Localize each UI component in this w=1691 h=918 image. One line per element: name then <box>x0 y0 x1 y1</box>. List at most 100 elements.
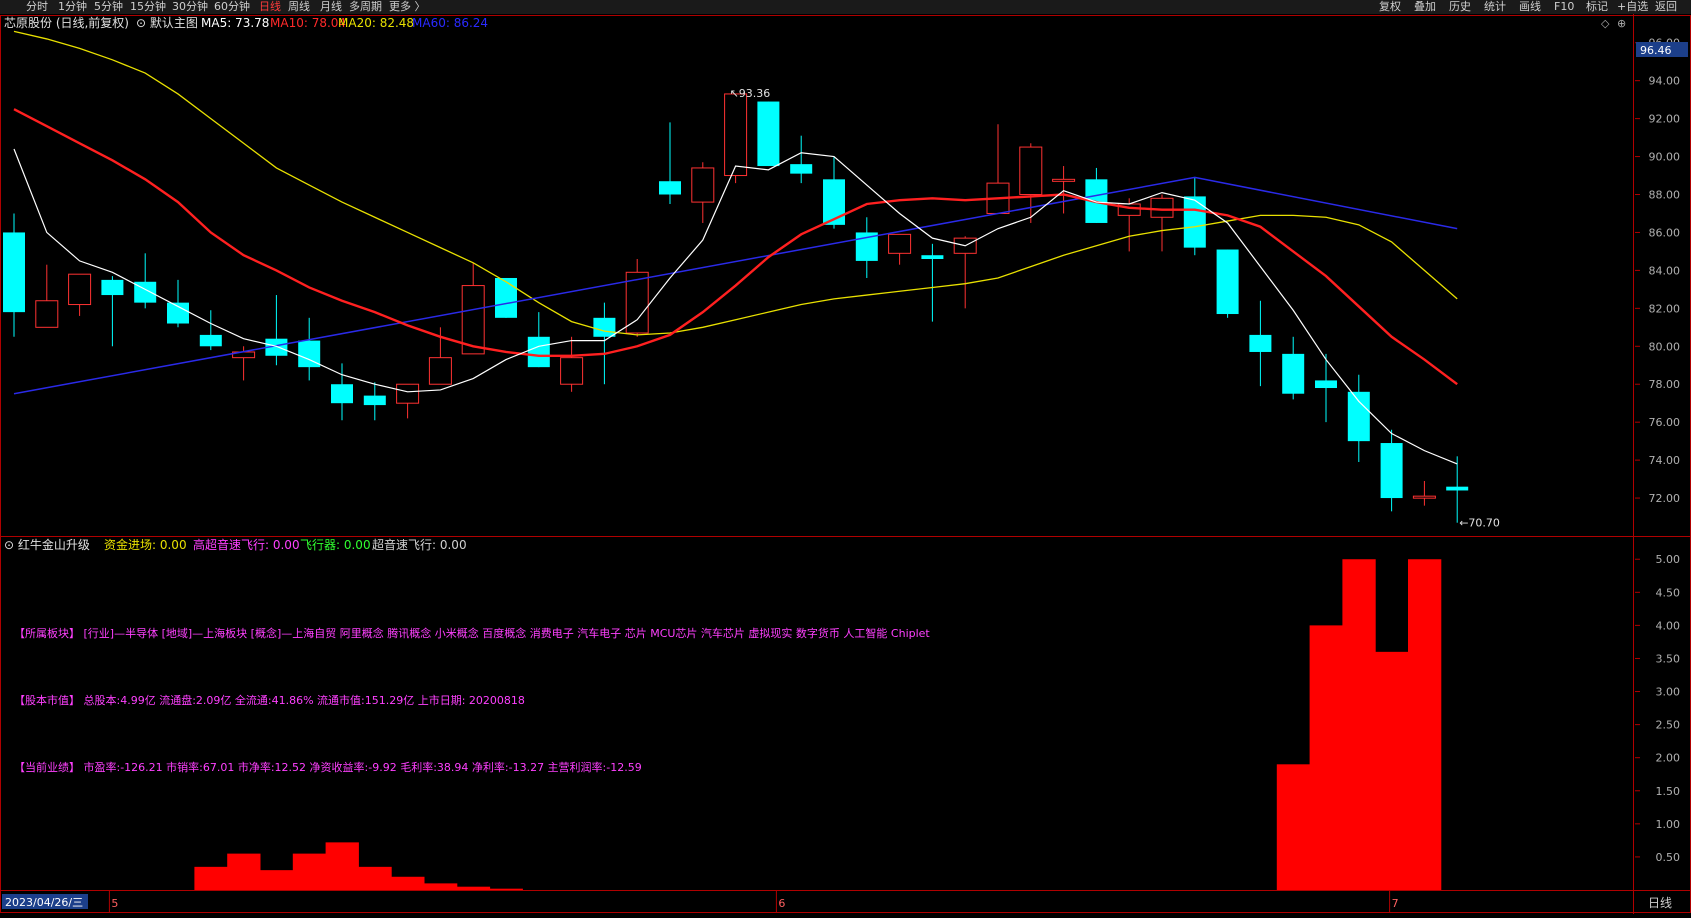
candle-body-36[interactable] <box>1183 196 1206 248</box>
candle-body-17[interactable] <box>560 357 584 385</box>
main-ytick-label-84: 84.00 <box>1649 264 1681 277</box>
candle-body-43[interactable] <box>1412 495 1436 499</box>
ind-bar-15 <box>489 888 523 890</box>
toolbar-button-1[interactable]: 叠加 <box>1414 0 1436 14</box>
toolbar-button-7[interactable]: +自选 <box>1617 0 1648 14</box>
candle-body-0[interactable] <box>3 232 25 313</box>
period-tab-1[interactable]: 1分钟 <box>58 0 87 14</box>
candle-body-3[interactable] <box>101 279 124 296</box>
candle-body-40[interactable] <box>1315 380 1337 389</box>
low-price-marker: ←70.70 <box>1459 517 1500 530</box>
candle-body-22[interactable] <box>724 93 748 177</box>
ind-bar-6 <box>194 866 228 890</box>
ind-bar-10 <box>325 842 359 890</box>
period-tab-2[interactable]: 5分钟 <box>94 0 123 14</box>
template-label: ⊙ 默认主图 <box>136 15 198 30</box>
candle-body-31[interactable] <box>1019 146 1043 196</box>
candle-body-38[interactable] <box>1249 334 1272 352</box>
candle-body-21[interactable] <box>691 167 715 203</box>
toolbar-button-6[interactable]: 标记 <box>1586 0 1608 14</box>
candle-body-1[interactable] <box>35 300 59 328</box>
ind-ytick-label-2.5: 2.50 <box>1656 719 1681 732</box>
period-label: 日线 <box>1648 896 1672 910</box>
indicator-name: ⊙ 红牛金山升级 <box>4 537 90 552</box>
ma-label-1: MA10: 78.04 <box>270 16 346 30</box>
candle-body-6[interactable] <box>199 334 222 347</box>
main-ytick-label-94: 94.00 <box>1649 75 1681 88</box>
ind-ytick-label-3.5: 3.50 <box>1656 652 1681 665</box>
candle-body-35[interactable] <box>1150 197 1174 218</box>
ma-label-0: MA5: 73.78 <box>201 16 269 30</box>
period-tab-10[interactable]: 更多 〉 <box>389 0 426 14</box>
indicator-value-3: 超音速飞行: 0.00 <box>372 537 467 552</box>
ind-bar-42 <box>1375 651 1409 890</box>
stock-title: 芯原股份 (日线,前复权) <box>4 15 129 30</box>
period-tab-6[interactable]: 日线 <box>259 0 281 14</box>
period-tab-9[interactable]: 多周期 <box>349 0 382 14</box>
candle-body-23[interactable] <box>757 101 780 167</box>
main-ytick-label-86: 86.00 <box>1649 226 1681 239</box>
ma-label-2: MA20: 82.48 <box>338 16 414 30</box>
ind-ytick-label-1.5: 1.50 <box>1656 785 1681 798</box>
period-tab-4[interactable]: 30分钟 <box>172 0 208 14</box>
candle-body-15[interactable] <box>495 277 517 318</box>
toolbar-button-4[interactable]: 画线 <box>1519 0 1541 14</box>
candle-body-13[interactable] <box>428 357 452 385</box>
candle-body-42[interactable] <box>1380 443 1403 499</box>
month-label-1: 6 <box>778 897 785 910</box>
candle-body-20[interactable] <box>659 181 681 195</box>
toolbar-button-2[interactable]: 历史 <box>1449 0 1471 14</box>
toolbar-button-3[interactable]: 统计 <box>1484 0 1506 14</box>
ind-bar-13 <box>424 883 458 890</box>
candle-body-27[interactable] <box>888 233 912 254</box>
indicator-value-0: 资金进场: 0.00 <box>104 537 187 552</box>
ind-ytick-label-1: 1.00 <box>1656 818 1681 831</box>
main-ytick-label-88: 88.00 <box>1649 189 1681 202</box>
chart-area[interactable]: 72.00 74.00 76.00 78.00 80.00 82.00 84.00 86.00… <box>0 14 1691 914</box>
ind-bar-14 <box>456 886 491 890</box>
high-price-marker: ↖93.36 <box>730 87 771 100</box>
main-ytick-label-90: 90.00 <box>1649 151 1681 164</box>
main-ytick-label-76: 76.00 <box>1649 416 1681 429</box>
info-line-0: 【所属板块】 [行业]—半导体 [地域]—上海板块 [概念]—上海自贸 阿里概念… <box>14 626 930 640</box>
candle-body-18[interactable] <box>593 317 616 337</box>
ma-label-3: MA60: 86.24 <box>412 16 488 30</box>
candle-body-24[interactable] <box>790 164 813 174</box>
expand-icon: ⊕ <box>1617 17 1626 30</box>
candle-body-16[interactable] <box>527 336 550 368</box>
candle-body-32[interactable] <box>1052 178 1076 182</box>
toolbar-button-0[interactable]: 复权 <box>1379 0 1401 14</box>
ma5-line <box>13 148 1458 465</box>
candle-body-44[interactable] <box>1446 486 1469 491</box>
main-ytick-label-92: 92.00 <box>1649 113 1681 126</box>
candle-body-12[interactable] <box>396 383 420 404</box>
candle-body-11[interactable] <box>363 395 386 406</box>
ind-ytick-label-3: 3.00 <box>1656 686 1681 699</box>
ma20-line <box>13 30 1458 336</box>
ind-ytick-label-0.5: 0.50 <box>1656 851 1681 864</box>
ind-bar-43 <box>1408 559 1442 890</box>
toolbar-button-5[interactable]: F10 <box>1554 0 1574 14</box>
period-tab-7[interactable]: 周线 <box>288 0 310 14</box>
ind-ytick-label-2: 2.00 <box>1656 752 1681 765</box>
candle-body-28[interactable] <box>921 255 944 260</box>
main-ytick-label-78: 78.00 <box>1649 378 1681 391</box>
candle-body-41[interactable] <box>1347 391 1370 442</box>
chart-svg[interactable]: 72.0074.0076.0078.0080.0082.0084.0086.00… <box>0 14 1691 914</box>
period-tab-8[interactable]: 月线 <box>320 0 342 14</box>
candle-body-2[interactable] <box>68 273 92 306</box>
ind-bar-41 <box>1342 559 1376 890</box>
indicator-value-1: 高超音速飞行: 0.00 <box>193 537 300 552</box>
period-tab-3[interactable]: 15分钟 <box>130 0 166 14</box>
info-line-2: 【当前业绩】 市盈率:-126.21 市销率:67.01 市净率:12.52 净… <box>14 760 642 774</box>
period-tab-0[interactable]: 分时 <box>26 0 48 14</box>
top-toolbar: 分时 1分钟 5分钟 15分钟 30分钟 60分钟 日线 周线 月线 多周期 更多 〉 复权 叠加 历史统… <box>0 0 1691 14</box>
main-ytick-label-80: 80.00 <box>1649 340 1681 353</box>
period-tab-5[interactable]: 60分钟 <box>214 0 250 14</box>
ind-bar-40 <box>1309 625 1343 890</box>
candle-body-39[interactable] <box>1282 353 1305 394</box>
candle-body-37[interactable] <box>1216 249 1239 315</box>
ind-ytick-label-4: 4.00 <box>1656 619 1681 632</box>
candle-body-10[interactable] <box>331 384 353 404</box>
toolbar-button-8[interactable]: 返回 <box>1655 0 1677 14</box>
